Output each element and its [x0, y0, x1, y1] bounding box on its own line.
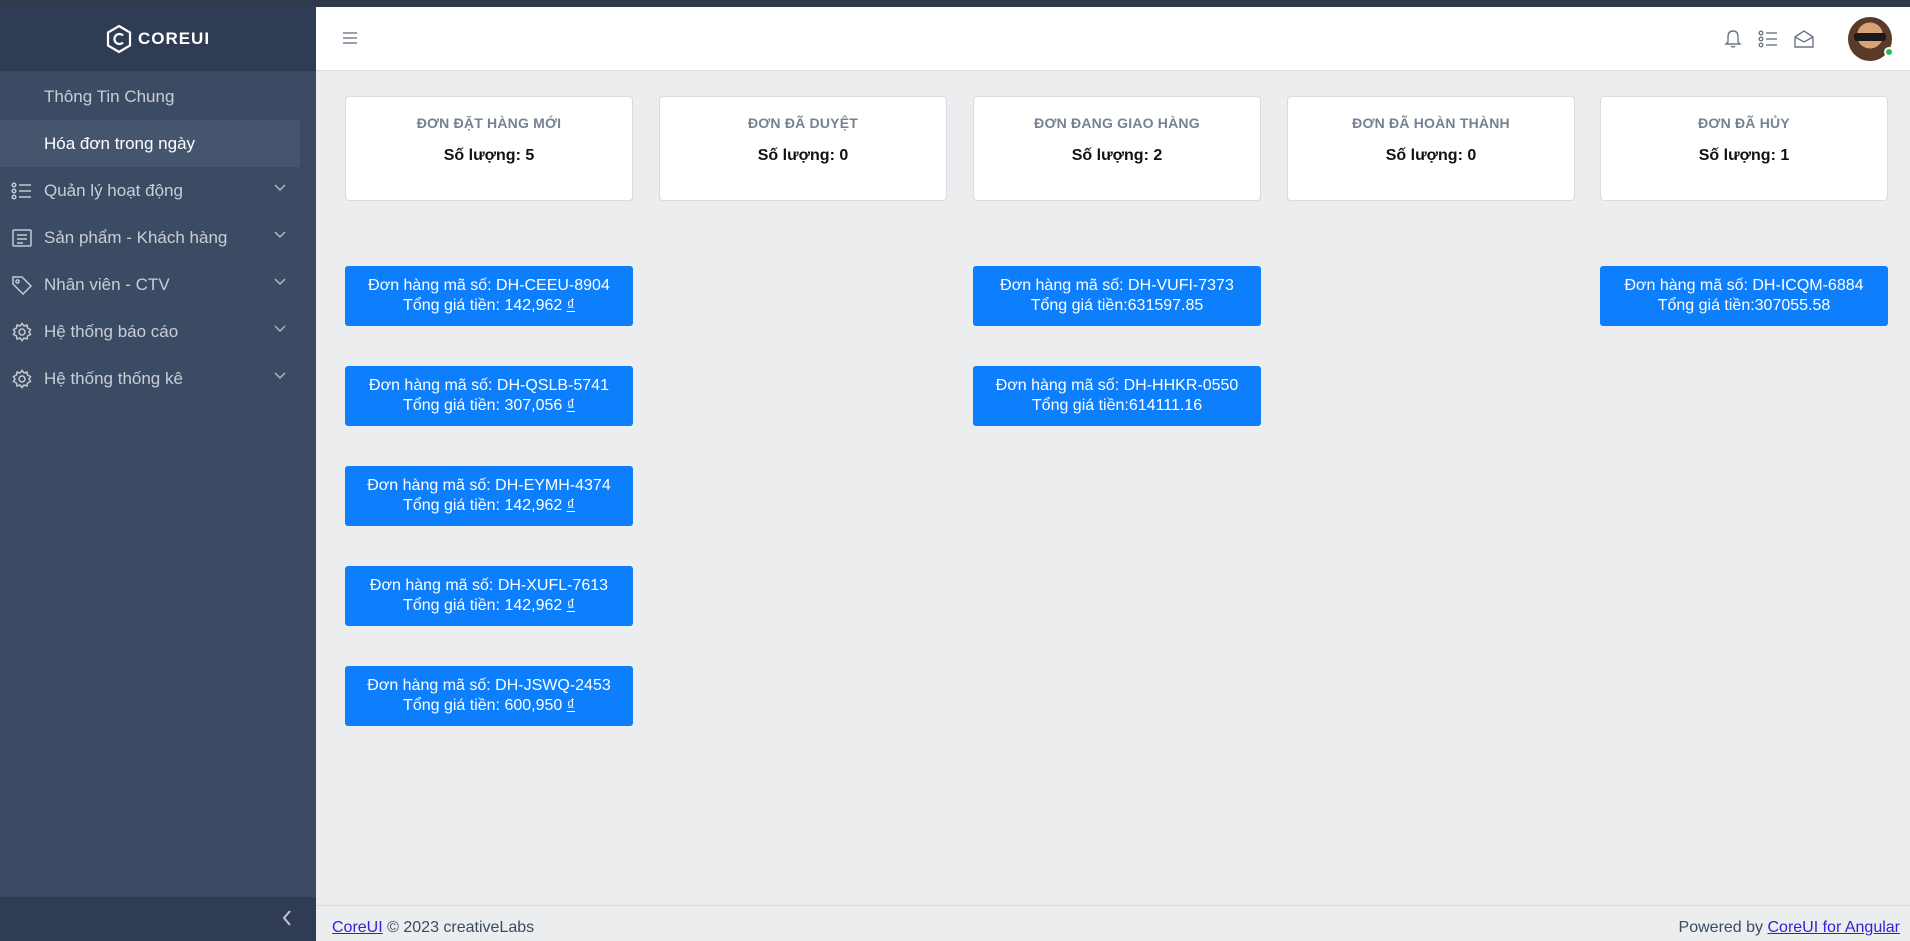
order-total: Tổng giá tiền: 142,962 ₫: [403, 497, 575, 514]
sidebar-item-san-pham-khach-hang[interactable]: Sản phẩm - Khách hàng: [0, 214, 316, 261]
coreui-angular-link[interactable]: CoreUI for Angular: [1767, 919, 1900, 936]
tag-icon: [0, 275, 44, 295]
order-card[interactable]: Đơn hàng mã số: DH-XUFL-7613 Tổng giá ti…: [345, 566, 633, 626]
currency-symbol: ₫: [566, 297, 575, 314]
status-card-title: ĐƠN ĐẶT HÀNG MỚI: [416, 115, 562, 131]
sidebar-item-hoa-don-trong-ngay[interactable]: Hóa đơn trong ngày: [0, 120, 300, 167]
chevron-down-icon: [274, 278, 286, 286]
order-card[interactable]: Đơn hàng mã số: DH-ICQM-6884 Tổng giá ti…: [1600, 266, 1888, 326]
currency-symbol: ₫: [566, 497, 575, 514]
chevron-down-icon: [274, 184, 286, 192]
status-card-count: Số lượng: 0: [757, 147, 849, 164]
order-card[interactable]: Đơn hàng mã số: DH-JSWQ-2453 Tổng giá ti…: [345, 666, 633, 726]
coreui-link[interactable]: CoreUI: [332, 919, 383, 936]
sidebar-item-label: Hệ thống thống kê: [44, 368, 183, 388]
sidebar-item-label: Nhân viên - CTV: [44, 274, 170, 294]
brand-name: COREUI: [137, 29, 211, 48]
sidebar-item-he-thong-thong-ke[interactable]: Hệ thống thống kê: [0, 355, 316, 402]
sidebar-item-label: Thông Tin Chung: [44, 86, 175, 106]
status-card-title: ĐƠN ĐÃ HỦY: [1698, 115, 1790, 131]
currency-symbol: ₫: [566, 597, 575, 614]
gear-icon: [0, 368, 44, 389]
avatar-glasses: [1854, 33, 1886, 41]
order-code: Đơn hàng mã số: DH-QSLB-5741: [369, 377, 609, 394]
order-total: Tổng giá tiền:307055.58: [1657, 297, 1831, 314]
window-top-strip: [0, 0, 1910, 7]
brand-logo[interactable]: COREUI: [0, 7, 316, 71]
order-code: Đơn hàng mã số: DH-EYMH-4374: [367, 477, 611, 494]
envelope-open-icon[interactable]: [1794, 29, 1814, 49]
status-card-count: Số lượng: 2: [1071, 147, 1163, 164]
status-card-count: Số lượng: 5: [443, 147, 535, 164]
list-icon: [0, 181, 44, 200]
sidebar-item-label: Hóa đơn trong ngày: [44, 133, 196, 153]
footer-powered-by: Powered by CoreUI for Angular: [1679, 919, 1900, 937]
order-code: Đơn hàng mã số: DH-HHKR-0550: [995, 377, 1239, 394]
copyright-text: © 2023 creativeLabs: [382, 919, 535, 936]
order-card[interactable]: Đơn hàng mã số: DH-EYMH-4374 Tổng giá ti…: [345, 466, 633, 526]
powered-by-text: Powered by: [1678, 919, 1768, 936]
sidebar-item-thong-tin-chung[interactable]: Thông Tin Chung: [0, 73, 316, 120]
chevron-down-icon: [274, 325, 286, 333]
status-card-title: ĐƠN ĐÃ HOÀN THÀNH: [1352, 115, 1510, 131]
hamburger-menu-icon[interactable]: [342, 31, 358, 45]
sidebar-item-label: Hệ thống báo cáo: [44, 321, 179, 341]
sidebar-item-label: Quản lý hoạt động: [44, 180, 183, 200]
footer-copyright: CoreUI © 2023 creativeLabs: [332, 919, 534, 937]
status-card-title: ĐƠN ĐANG GIAO HÀNG: [1034, 115, 1200, 131]
order-total: Tổng giá tiền: 142,962 ₫: [403, 297, 575, 314]
task-list-icon[interactable]: [1758, 29, 1778, 49]
currency-symbol: ₫: [566, 397, 575, 414]
document-icon: [0, 228, 44, 247]
bell-icon[interactable]: [1724, 29, 1742, 49]
header: [316, 7, 1910, 71]
order-code: Đơn hàng mã số: DH-VUFI-7373: [1000, 277, 1234, 294]
order-total: Tổng giá tiền: 600,950 ₫: [403, 697, 575, 714]
order-card[interactable]: Đơn hàng mã số: DH-VUFI-7373 Tổng giá ti…: [973, 266, 1261, 326]
currency-symbol: ₫: [566, 697, 575, 714]
status-card-completed[interactable]: ĐƠN ĐÃ HOÀN THÀNH Số lượng: 0: [1287, 96, 1575, 201]
status-card-cancelled[interactable]: ĐƠN ĐÃ HỦY Số lượng: 1: [1600, 96, 1888, 201]
chevron-down-icon: [274, 372, 286, 380]
order-total: Tổng giá tiền: 307,056 ₫: [403, 397, 575, 414]
order-card[interactable]: Đơn hàng mã số: DH-CEEU-8904 Tổng giá ti…: [345, 266, 633, 326]
user-avatar[interactable]: [1848, 17, 1894, 61]
chevron-left-icon[interactable]: [282, 910, 292, 926]
sidebar-item-label: Sản phẩm - Khách hàng: [44, 227, 228, 247]
sidebar: COREUI Thông Tin Chung Hóa đơn trong ngà…: [0, 7, 316, 941]
online-status-dot: [1884, 47, 1894, 57]
order-total: Tổng giá tiền: 142,962 ₫: [403, 597, 575, 614]
coreui-logo-icon: [106, 24, 132, 54]
status-card-delivering[interactable]: ĐƠN ĐANG GIAO HÀNG Số lượng: 2: [973, 96, 1261, 201]
sidebar-item-quan-ly-hoat-dong[interactable]: Quản lý hoạt động: [0, 167, 316, 214]
order-card[interactable]: Đơn hàng mã số: DH-HHKR-0550 Tổng giá ti…: [973, 366, 1261, 426]
sidebar-footer: [0, 897, 316, 941]
sidebar-nav: Thông Tin Chung Hóa đơn trong ngày Quản …: [0, 71, 316, 402]
status-card-approved[interactable]: ĐƠN ĐÃ DUYỆT Số lượng: 0: [659, 96, 947, 201]
order-code: Đơn hàng mã số: DH-CEEU-8904: [368, 277, 610, 294]
order-card[interactable]: Đơn hàng mã số: DH-QSLB-5741 Tổng giá ti…: [345, 366, 633, 426]
sidebar-item-nhan-vien-ctv[interactable]: Nhân viên - CTV: [0, 261, 316, 308]
sidebar-item-he-thong-bao-cao[interactable]: Hệ thống báo cáo: [0, 308, 316, 355]
order-total: Tổng giá tiền:631597.85: [1030, 297, 1204, 314]
footer: CoreUI © 2023 creativeLabs Powered by Co…: [316, 905, 1910, 941]
order-code: Đơn hàng mã số: DH-JSWQ-2453: [367, 677, 611, 694]
status-card-new[interactable]: ĐƠN ĐẶT HÀNG MỚI Số lượng: 5: [345, 96, 633, 201]
gear-icon: [0, 321, 44, 342]
order-code: Đơn hàng mã số: DH-ICQM-6884: [1624, 277, 1864, 294]
order-total: Tổng giá tiền:614111.16: [1031, 397, 1203, 414]
status-card-count: Số lượng: 1: [1698, 147, 1790, 164]
order-code: Đơn hàng mã số: DH-XUFL-7613: [369, 577, 609, 594]
chevron-down-icon: [274, 231, 286, 239]
status-card-title: ĐƠN ĐÃ DUYỆT: [747, 115, 858, 131]
status-card-count: Số lượng: 0: [1385, 147, 1477, 164]
